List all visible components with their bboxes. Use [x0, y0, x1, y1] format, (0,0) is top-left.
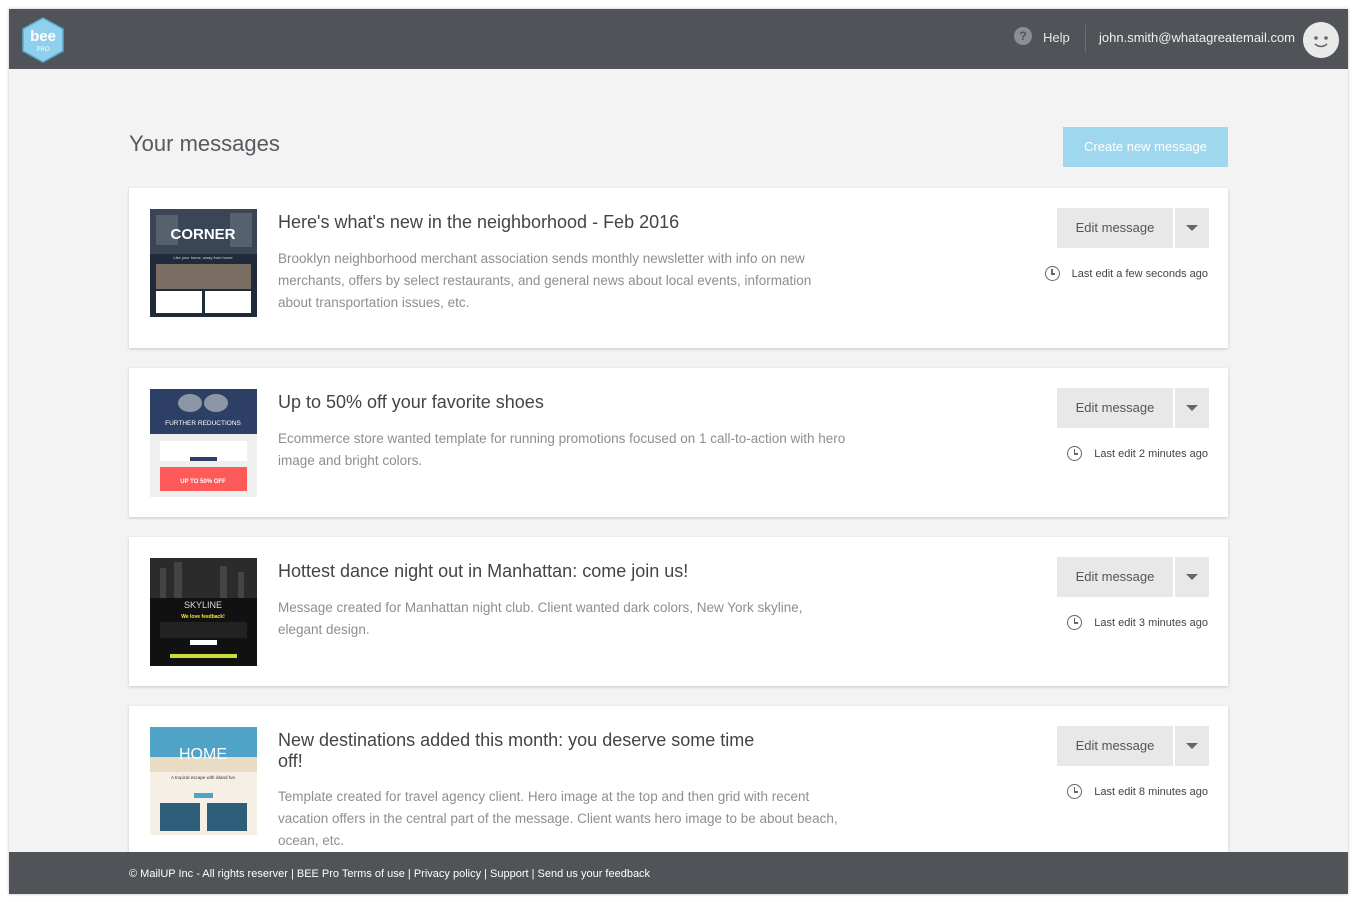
message-title[interactable]: New destinations added this month: you d… — [278, 730, 778, 772]
message-card: FURTHER REDUCTIONS UP TO 50% OFF Up to 5… — [129, 368, 1228, 517]
chevron-down-icon[interactable] — [1175, 557, 1209, 597]
edit-message-button[interactable]: Edit message — [1057, 557, 1173, 597]
edit-message-button[interactable]: Edit message — [1057, 208, 1173, 248]
thumb-caption: We love feedback! — [181, 614, 225, 620]
last-edit-text: Last edit 2 minutes ago — [1094, 447, 1208, 460]
logo-text: bee — [30, 28, 56, 45]
last-edit-text: Last edit 3 minutes ago — [1094, 616, 1208, 629]
message-description: Template created for travel agency clien… — [278, 789, 838, 848]
message-thumbnail[interactable]: HOME A tropical escape with island fun — [150, 727, 257, 835]
thumb-title: CORNER — [170, 226, 235, 243]
page-title: Your messages — [129, 131, 280, 156]
last-edit-info: Last edit 8 minutes ago — [1067, 784, 1208, 799]
edit-message-button[interactable]: Edit message — [1057, 726, 1173, 766]
last-edit-info: Last edit a few seconds ago — [1044, 266, 1208, 281]
last-edit-text: Last edit 8 minutes ago — [1094, 785, 1208, 798]
edit-button-group: Edit message — [1057, 557, 1209, 597]
message-description: Message created for Manhattan night club… — [278, 600, 803, 637]
message-thumbnail[interactable]: SKYLINE We love feedback! — [150, 558, 257, 666]
app-frame: bee PRO ? Help john.smith@whatagreatemai… — [9, 9, 1348, 894]
last-edit-info: Last edit 3 minutes ago — [1067, 615, 1208, 630]
message-description: Brooklyn neighborhood merchant associati… — [278, 251, 812, 310]
thumb-caption: Like your home, away from home — [173, 255, 233, 260]
chevron-down-icon[interactable] — [1175, 388, 1209, 428]
message-card: SKYLINE We love feedback! Hottest dance … — [129, 537, 1228, 686]
message-title[interactable]: Here's what's new in the neighborhood - … — [278, 212, 798, 233]
thumb-title: SKYLINE — [184, 600, 222, 610]
message-description: Ecommerce store wanted template for runn… — [278, 431, 846, 468]
edit-button-group: Edit message — [1057, 388, 1209, 428]
topbar-divider — [1085, 25, 1086, 53]
footer-links[interactable]: © MailUP Inc - All rights reserver | BEE… — [129, 868, 650, 880]
create-new-message-button[interactable]: Create new message — [1063, 127, 1228, 167]
thumb-caption: UP TO 50% OFF — [180, 479, 226, 485]
message-card: HOME A tropical escape with island fun N… — [129, 706, 1228, 876]
edit-button-group: Edit message — [1057, 208, 1209, 248]
clock-icon — [1067, 784, 1083, 799]
message-title[interactable]: Up to 50% off your favorite shoes — [278, 392, 798, 413]
help-link[interactable]: Help — [1043, 30, 1070, 45]
chevron-down-icon[interactable] — [1175, 726, 1209, 766]
thumb-title: FURTHER REDUCTIONS — [165, 420, 241, 427]
clock-icon — [1067, 446, 1083, 461]
message-card: CORNER Like your home, away from home He… — [129, 188, 1228, 348]
last-edit-text: Last edit a few seconds ago — [1071, 267, 1208, 280]
edit-button-group: Edit message — [1057, 726, 1209, 766]
user-email[interactable]: john.smith@whatagreatemail.com — [1099, 30, 1295, 45]
thumb-caption: A tropical escape with island fun — [171, 775, 236, 780]
last-edit-info: Last edit 2 minutes ago — [1067, 446, 1208, 461]
message-thumbnail[interactable]: CORNER Like your home, away from home — [150, 209, 257, 317]
clock-icon — [1044, 266, 1060, 281]
footer: © MailUP Inc - All rights reserver | BEE… — [9, 852, 1348, 894]
top-navigation-bar: bee PRO ? Help john.smith@whatagreatemai… — [9, 9, 1348, 69]
bee-pro-logo[interactable]: bee PRO — [21, 17, 65, 63]
avatar[interactable] — [1303, 22, 1339, 58]
message-title[interactable]: Hottest dance night out in Manhattan: co… — [278, 561, 798, 582]
logo-subtext: PRO — [36, 47, 49, 53]
help-icon[interactable]: ? — [1014, 27, 1032, 45]
clock-icon — [1067, 615, 1083, 630]
edit-message-button[interactable]: Edit message — [1057, 388, 1173, 428]
thumb-title: HOME — [179, 746, 227, 763]
chevron-down-icon[interactable] — [1175, 208, 1209, 248]
message-thumbnail[interactable]: FURTHER REDUCTIONS UP TO 50% OFF — [150, 389, 257, 497]
